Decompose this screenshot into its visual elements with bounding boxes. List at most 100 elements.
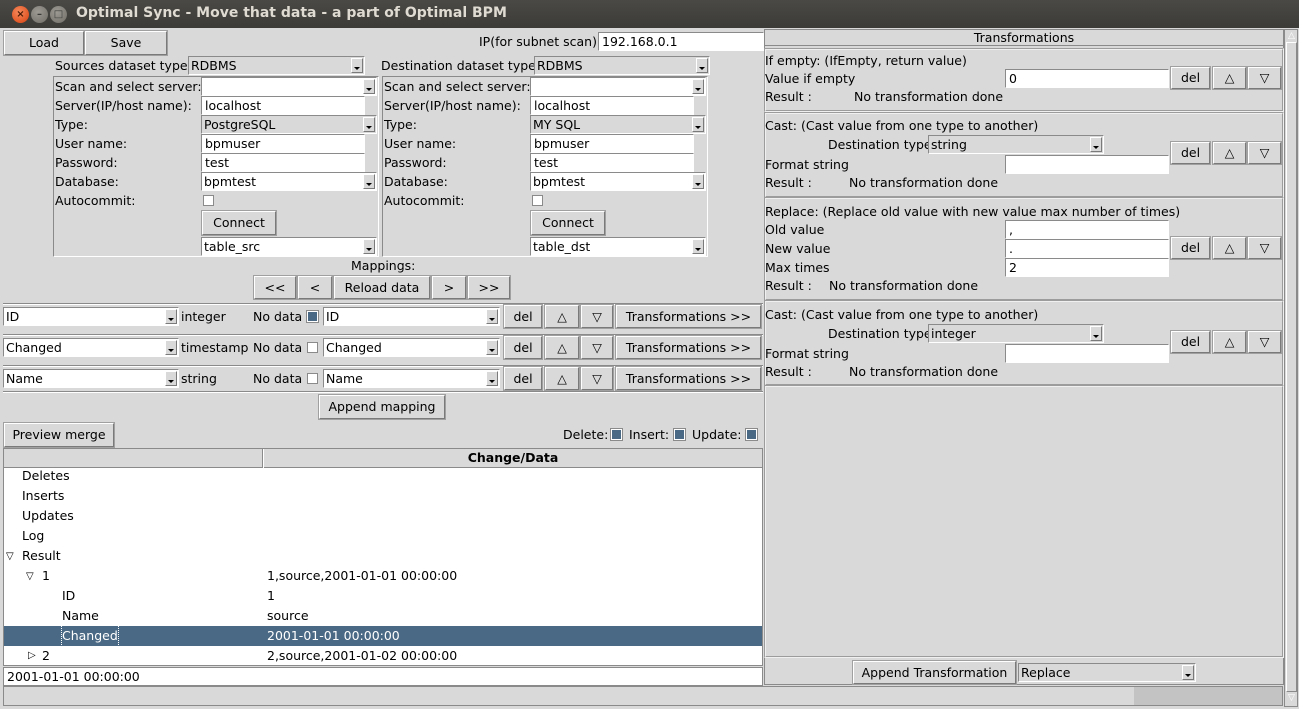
source-dataset-type-select[interactable]: RDBMS bbox=[188, 56, 365, 75]
mapping-del-button[interactable]: del bbox=[504, 336, 542, 359]
insert-checkbox[interactable] bbox=[673, 428, 686, 441]
reload-data-button[interactable]: Reload data bbox=[334, 276, 430, 299]
tree-row[interactable]: Updates bbox=[4, 506, 762, 526]
expand-triangle-icon[interactable]: ▽ bbox=[26, 567, 34, 587]
merge-preview-tree[interactable]: Change/Data Deletes Inserts Updates Log bbox=[3, 448, 763, 666]
move-down-icon[interactable]: ▽ bbox=[581, 305, 613, 328]
scroll-down-icon[interactable]: ▽ bbox=[1286, 693, 1297, 704]
no-data-checkbox[interactable] bbox=[307, 342, 318, 353]
new-value-input[interactable]: . bbox=[1005, 239, 1169, 258]
dest-field-select[interactable]: Name bbox=[323, 369, 500, 388]
dest-server-input[interactable]: localhost bbox=[530, 96, 694, 115]
horizontal-scrollbar-thumb[interactable] bbox=[1134, 687, 1282, 705]
no-data-checkbox[interactable] bbox=[307, 373, 318, 384]
transformation-del-button[interactable]: del bbox=[1171, 237, 1210, 259]
dest-database-select[interactable]: bpmtest bbox=[530, 172, 706, 191]
detail-value-field[interactable]: 2001-01-01 00:00:00 bbox=[3, 667, 763, 686]
close-window-icon[interactable]: × bbox=[12, 6, 29, 23]
vertical-scrollbar[interactable]: △ ▽ bbox=[1284, 29, 1298, 707]
move-up-icon[interactable]: △ bbox=[1213, 237, 1246, 259]
move-down-icon[interactable]: ▽ bbox=[581, 336, 613, 359]
scroll-up-icon[interactable]: △ bbox=[1286, 31, 1297, 42]
tree-row[interactable]: ID 1 bbox=[4, 586, 762, 606]
prev-page-button[interactable]: < bbox=[298, 276, 332, 299]
source-database-select[interactable]: bpmtest bbox=[201, 172, 377, 191]
tree-row[interactable]: ▷ 2 2,source,2001-01-02 00:00:00 bbox=[4, 646, 762, 666]
source-scan-server-select[interactable] bbox=[201, 77, 377, 96]
move-up-icon[interactable]: △ bbox=[545, 367, 579, 390]
dest-type-select[interactable]: MY SQL bbox=[530, 115, 706, 134]
move-up-icon[interactable]: △ bbox=[1213, 331, 1246, 353]
dest-field-select[interactable]: ID bbox=[323, 307, 500, 326]
move-down-icon[interactable]: ▽ bbox=[581, 367, 613, 390]
tree-row[interactable]: Inserts bbox=[4, 486, 762, 506]
save-button[interactable]: Save bbox=[85, 31, 167, 55]
expand-triangle-icon[interactable]: ▽ bbox=[6, 547, 14, 567]
maximize-window-icon[interactable]: □ bbox=[50, 6, 67, 23]
source-password-input[interactable]: test bbox=[201, 153, 365, 172]
minimize-window-icon[interactable]: – bbox=[31, 6, 48, 23]
old-value-input[interactable]: , bbox=[1005, 220, 1169, 239]
dest-connect-button[interactable]: Connect bbox=[531, 211, 605, 235]
format-string-input[interactable] bbox=[1005, 344, 1169, 363]
no-data-checkbox[interactable] bbox=[306, 310, 319, 323]
source-autocommit-checkbox[interactable] bbox=[203, 195, 214, 206]
move-down-icon[interactable]: ▽ bbox=[1248, 67, 1281, 89]
source-server-input[interactable]: localhost bbox=[201, 96, 365, 115]
preview-merge-button[interactable]: Preview merge bbox=[4, 423, 114, 447]
move-up-icon[interactable]: △ bbox=[1213, 67, 1246, 89]
tree-row[interactable]: Deletes bbox=[4, 466, 762, 486]
format-string-input[interactable] bbox=[1005, 155, 1169, 174]
update-checkbox[interactable] bbox=[745, 428, 758, 441]
tree-row[interactable]: ▽ Result bbox=[4, 546, 762, 566]
transformation-del-button[interactable]: del bbox=[1171, 331, 1210, 353]
move-down-icon[interactable]: ▽ bbox=[1248, 142, 1281, 164]
move-up-icon[interactable]: △ bbox=[545, 336, 579, 359]
dest-table-select[interactable]: table_dst bbox=[530, 237, 706, 256]
move-down-icon[interactable]: ▽ bbox=[1248, 331, 1281, 353]
next-page-button[interactable]: > bbox=[432, 276, 466, 299]
destination-type-select[interactable]: string bbox=[928, 135, 1104, 154]
tree-row[interactable]: ▽ 1 1,source,2001-01-01 00:00:00 bbox=[4, 566, 762, 586]
transformation-type-select[interactable]: Replace bbox=[1018, 663, 1196, 682]
tree-row[interactable]: Changed 2001-01-01 00:00:00 bbox=[4, 625, 762, 647]
delete-checkbox[interactable] bbox=[610, 428, 623, 441]
source-type-select[interactable]: PostgreSQL bbox=[201, 115, 377, 134]
dest-field-select[interactable]: Changed bbox=[323, 338, 500, 357]
source-field-select[interactable]: Changed bbox=[3, 338, 179, 357]
load-button[interactable]: Load bbox=[4, 31, 84, 55]
last-page-button[interactable]: >> bbox=[468, 276, 510, 299]
move-up-icon[interactable]: △ bbox=[1213, 142, 1246, 164]
dest-scan-server-select[interactable] bbox=[530, 77, 706, 96]
append-transformation-button[interactable]: Append Transformation bbox=[853, 661, 1016, 684]
source-user-input[interactable]: bpmuser bbox=[201, 134, 365, 153]
mapping-del-button[interactable]: del bbox=[504, 367, 542, 390]
move-down-icon[interactable]: ▽ bbox=[1248, 237, 1281, 259]
source-table-select[interactable]: table_src bbox=[201, 237, 377, 256]
dest-user-input[interactable]: bpmuser bbox=[530, 134, 694, 153]
tree-row[interactable]: Name source bbox=[4, 606, 762, 626]
collapse-triangle-icon[interactable]: ▷ bbox=[28, 646, 36, 666]
source-field-select[interactable]: ID bbox=[3, 307, 179, 326]
dest-dataset-type-select[interactable]: RDBMS bbox=[534, 56, 710, 75]
dest-password-input[interactable]: test bbox=[530, 153, 694, 172]
move-up-icon[interactable]: △ bbox=[545, 305, 579, 328]
transformations-button[interactable]: Transformations >> bbox=[616, 336, 761, 359]
transformation-del-button[interactable]: del bbox=[1171, 67, 1210, 89]
vertical-scrollbar-thumb[interactable] bbox=[1286, 42, 1297, 692]
transformations-button[interactable]: Transformations >> bbox=[616, 305, 761, 328]
transformations-button[interactable]: Transformations >> bbox=[616, 367, 761, 390]
value-if-empty-input[interactable]: 0 bbox=[1005, 69, 1169, 88]
destination-type-select[interactable]: integer bbox=[928, 324, 1104, 343]
append-mapping-button[interactable]: Append mapping bbox=[319, 395, 445, 419]
first-page-button[interactable]: << bbox=[254, 276, 296, 299]
max-times-input[interactable]: 2 bbox=[1005, 258, 1169, 277]
mapping-del-button[interactable]: del bbox=[504, 305, 542, 328]
horizontal-scrollbar[interactable] bbox=[3, 686, 1283, 706]
tree-row[interactable]: Log bbox=[4, 526, 762, 546]
dest-autocommit-checkbox[interactable] bbox=[532, 195, 543, 206]
source-field-select[interactable]: Name bbox=[3, 369, 179, 388]
ip-input[interactable]: 192.168.0.1 bbox=[598, 32, 764, 51]
transformation-del-button[interactable]: del bbox=[1171, 142, 1210, 164]
source-connect-button[interactable]: Connect bbox=[202, 211, 276, 235]
